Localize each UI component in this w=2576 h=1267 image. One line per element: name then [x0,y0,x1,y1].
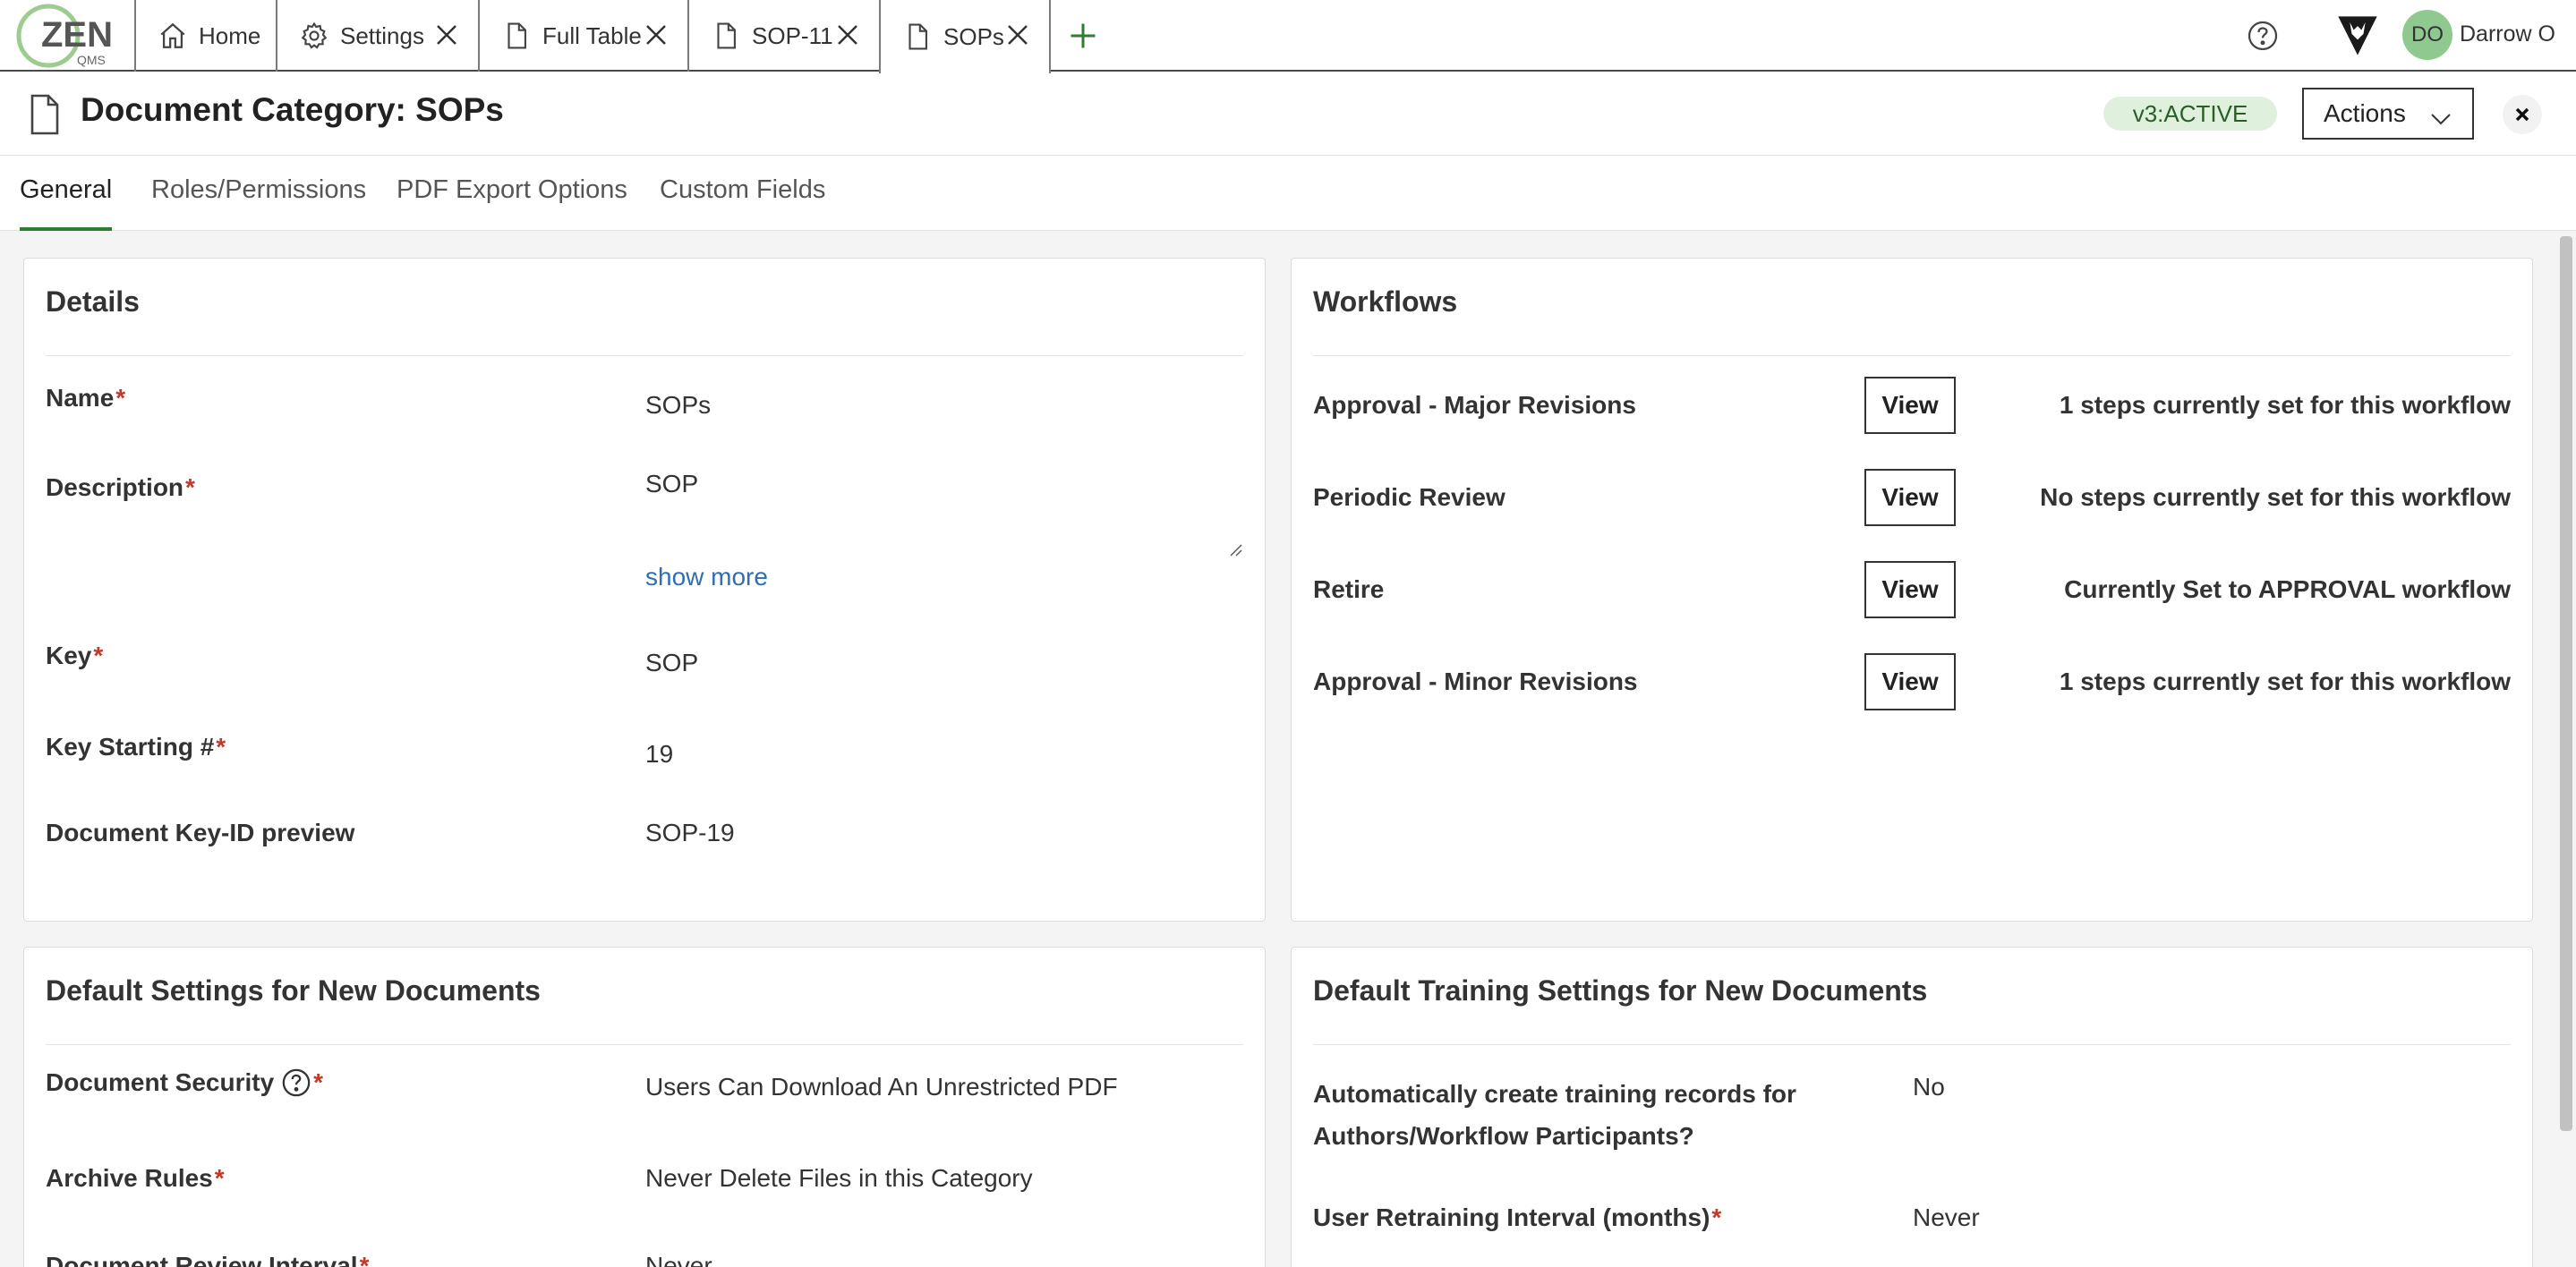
top-tab-bar: ZEN QMS Home Settings Full Table SOP-11 … [0,0,2576,73]
help-icon[interactable] [2247,20,2279,52]
workflow-status: 1 steps currently set for this workflow [2059,668,2511,695]
workflow-status: No steps currently set for this workflow [2040,483,2511,511]
help-icon[interactable] [281,1067,311,1098]
workflow-status: 1 steps currently set for this workflow [2059,391,2511,419]
scrollbar[interactable] [2556,231,2576,1267]
workflow-label: Approval - Minor Revisions [1313,668,1638,695]
resize-grip-icon[interactable] [1227,541,1243,557]
default-training-card: Default Training Settings for New Docume… [1291,947,2533,1267]
key-preview-label: Document Key-ID preview [46,819,355,846]
zen-qms-logo[interactable]: ZEN QMS [16,2,116,68]
key-preview-value: SOP-19 [645,819,735,846]
workflow-label: Periodic Review [1313,483,1506,511]
gear-icon [299,21,329,51]
show-more-link[interactable]: show more [645,563,768,591]
tab-settings[interactable]: Settings [276,0,478,72]
avatar[interactable]: DO [2402,10,2452,60]
review-interval-value[interactable]: Never [645,1252,712,1267]
archive-rules-value[interactable]: Never Delete Files in this Category [645,1164,1033,1193]
close-icon[interactable] [834,21,861,48]
auto-training-value[interactable]: No [1913,1073,1945,1101]
retraining-interval-label: User Retraining Interval (months)* [1313,1203,1722,1231]
name-label: Name* [46,384,126,412]
close-icon[interactable] [433,21,460,48]
details-card: Details Name* SOPs Description* SOP show… [23,258,1266,922]
chevron-down-icon [2429,106,2452,125]
tab-home[interactable]: Home [134,0,276,72]
tab-general[interactable]: General [20,175,113,231]
company-shield-icon[interactable] [2334,13,2381,59]
key-label: Key* [46,642,104,669]
divider [1313,355,2511,356]
divider [46,1044,1243,1045]
view-workflow-button[interactable]: View [1864,561,1956,618]
document-icon [711,21,741,51]
user-name[interactable]: Darrow O [2460,21,2555,47]
key-starting-label: Key Starting #* [46,733,226,761]
default-settings-title: Default Settings for New Documents [46,974,541,1007]
status-badge: v3:ACTIVE [2103,97,2277,131]
actions-dropdown-button[interactable]: Actions [2302,88,2474,140]
tab-label: SOP-11 [752,21,833,49]
document-icon [902,21,933,52]
tab-sops[interactable]: SOPs [879,0,1051,73]
divider [1313,1044,2511,1045]
details-title: Details [46,285,140,318]
key-value[interactable]: SOP [645,649,698,677]
workflow-label: Retire [1313,575,1385,603]
tab-full-table[interactable]: Full Table [478,0,687,72]
home-icon [158,21,188,51]
section-tabs: General Roles/Permissions PDF Export Opt… [0,156,2576,231]
tab-roles-permissions[interactable]: Roles/Permissions [151,175,366,229]
tab-pdf-export-options[interactable]: PDF Export Options [397,175,627,229]
default-training-title: Default Training Settings for New Docume… [1313,974,1928,1007]
tab-label: SOPs [943,22,1004,50]
page-header: Document Category: SOPs v3:ACTIVE Action… [0,73,2576,156]
tab-label: Home [199,21,261,49]
workflow-status: Currently Set to APPROVAL workflow [2064,575,2511,603]
svg-text:ZEN: ZEN [41,15,113,55]
view-workflow-button[interactable]: View [1864,653,1956,710]
tab-custom-fields[interactable]: Custom Fields [660,175,825,229]
divider [46,355,1243,356]
scrollbar-thumb[interactable] [2560,236,2572,1131]
document-icon [27,93,63,136]
key-starting-value[interactable]: 19 [645,740,673,769]
workflows-card: Workflows Approval - Major Revisions Vie… [1291,258,2533,922]
page-title: Document Category: SOPs [81,91,504,128]
document-security-label: Document Security * [46,1067,324,1098]
workflow-label: Approval - Major Revisions [1313,391,1636,419]
document-icon [501,21,532,51]
add-tab-plus-icon[interactable] [1067,20,1099,52]
tab-sop-11[interactable]: SOP-11 [687,0,879,72]
tab-label: Full Table [542,21,642,49]
document-security-value[interactable]: Users Can Download An Unrestricted PDF [645,1073,1118,1101]
review-interval-label: Document Review Interval* [46,1252,370,1267]
default-settings-card: Default Settings for New Documents Docum… [23,947,1266,1267]
workflows-title: Workflows [1313,285,1458,318]
name-value[interactable]: SOPs [645,391,711,420]
retraining-interval-value[interactable]: Never [1913,1203,1980,1232]
description-value[interactable]: SOP [645,470,698,498]
content-area: Details Name* SOPs Description* SOP show… [0,231,2576,1267]
actions-label: Actions [2324,99,2406,127]
view-workflow-button[interactable]: View [1864,469,1956,526]
close-icon[interactable] [643,21,670,48]
svg-text:QMS: QMS [77,53,106,67]
archive-rules-label: Archive Rules* [46,1164,225,1192]
close-page-button[interactable] [2503,95,2542,134]
description-label: Description* [46,473,195,501]
view-workflow-button[interactable]: View [1864,377,1956,434]
auto-training-label: Automatically create training records fo… [1313,1080,1796,1150]
tab-label: Settings [340,21,424,49]
close-icon[interactable] [1004,21,1031,48]
